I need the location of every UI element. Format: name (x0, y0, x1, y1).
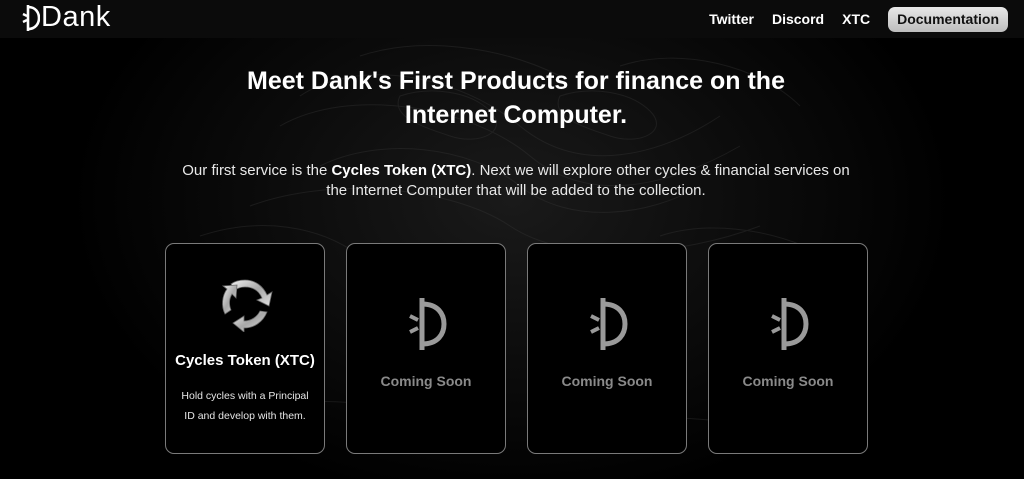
page: Dank Twitter Discord XTC Documentation M… (0, 0, 1024, 479)
nav-link-discord[interactable]: Discord (772, 6, 824, 32)
dank-logo-icon (709, 296, 867, 352)
intro-text-post: . Next we will explore other cycles & fi… (471, 162, 850, 179)
nav-link-twitter[interactable]: Twitter (709, 6, 754, 32)
top-navbar: Dank Twitter Discord XTC Documentation (0, 0, 1024, 38)
nav-link-xtc[interactable]: XTC (842, 6, 870, 32)
cycles-icon (166, 276, 324, 332)
intro-text-line-2: the Internet Computer that will be added… (326, 182, 706, 199)
product-card-coming-soon-3[interactable]: Coming Soon (708, 243, 868, 454)
coming-soon-label: Coming Soon (742, 373, 834, 389)
dank-logo-icon (347, 296, 505, 352)
title-line-1: Meet Dank's First Products for finance o… (247, 67, 785, 95)
dank-logo-icon (528, 296, 686, 352)
coming-soon-label: Coming Soon (561, 373, 653, 389)
dank-logo-icon (22, 5, 40, 31)
description-line-2: ID and develop with them. (184, 410, 306, 422)
coming-soon-label: Coming Soon (380, 373, 472, 389)
title-line-2: Internet Computer. (404, 101, 628, 129)
intro-text-highlight: Cycles Token (XTC) (331, 162, 472, 179)
brand-logo[interactable]: Dank (20, 1, 111, 33)
page-title: Meet Dank's First Products for finance o… (200, 64, 832, 132)
documentation-button[interactable]: Documentation (888, 6, 1008, 32)
intro-paragraph: Our first service is the Cycles Token (X… (180, 161, 852, 201)
nav-menu: Twitter Discord XTC Documentation (709, 6, 1008, 32)
product-card-title: Cycles Token (XTC) (175, 352, 315, 369)
product-card-xtc[interactable]: Cycles Token (XTC) Hold cycles with a Pr… (165, 243, 325, 454)
product-card-coming-soon-1[interactable]: Coming Soon (346, 243, 506, 454)
product-card-coming-soon-2[interactable]: Coming Soon (527, 243, 687, 454)
product-card-description: Hold cycles with a Principal ID and deve… (176, 386, 314, 426)
description-line-1: Hold cycles with a Principal (181, 390, 309, 402)
brand-name: Dank (41, 1, 111, 33)
intro-text-pre: Our first service is the (182, 162, 332, 179)
